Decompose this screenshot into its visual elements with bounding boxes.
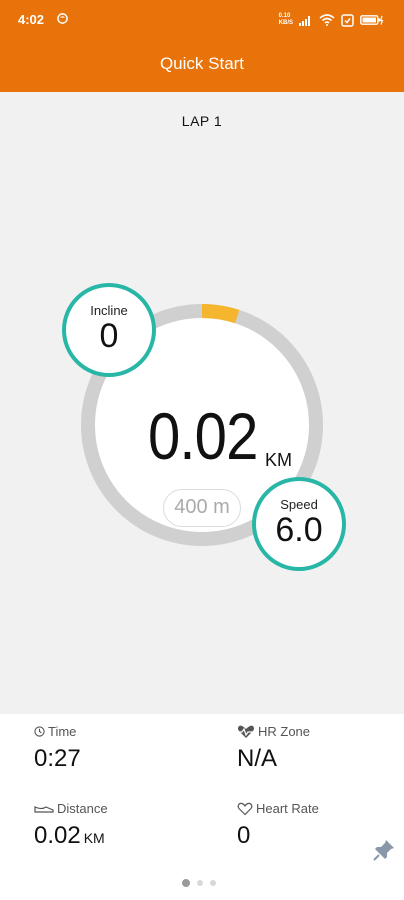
stat-hr-zone-label: HR Zone [258, 724, 311, 739]
speed-label: Speed [280, 497, 318, 512]
stat-distance-value: 0.02 [34, 822, 81, 849]
stat-heart-rate: Heart Rate 0 [237, 801, 319, 850]
stat-hr-zone-value: N/A [237, 745, 278, 772]
page-dot [182, 879, 190, 887]
stat-distance: Distance 0.02 KM [34, 801, 108, 850]
heart-pulse-icon [237, 725, 255, 738]
distance-unit: KM [265, 450, 292, 470]
stat-time-label: Time [48, 724, 77, 739]
page-indicator [182, 879, 216, 887]
stat-time: Time 0:27 [34, 724, 81, 773]
stat-distance-unit: KM [83, 830, 105, 846]
stat-hr-zone: HR Zone N/A [237, 724, 310, 773]
clock-icon [34, 726, 45, 737]
speed-bubble[interactable]: Speed 6.0 [252, 477, 346, 571]
distance-value: 0.02 [148, 399, 258, 473]
stat-heart-rate-label: Heart Rate [256, 801, 319, 816]
shoe-icon [34, 805, 54, 813]
pin-icon[interactable] [372, 838, 396, 862]
page-dot [210, 880, 216, 886]
stat-heart-rate-value: 0 [237, 822, 251, 849]
speed-value: 6.0 [275, 511, 323, 549]
lap-length-pill[interactable]: 400 m [163, 489, 241, 527]
stats-panel: Time 0:27 HR Zone N/A Distance 0.02 KM H… [0, 714, 404, 900]
incline-bubble[interactable]: Incline 0 [62, 283, 156, 377]
page-dot [197, 880, 203, 886]
incline-value: 0 [99, 317, 119, 355]
incline-label: Incline [90, 303, 128, 318]
heart-outline-icon [237, 802, 253, 815]
stat-distance-label: Distance [57, 801, 108, 816]
stat-time-value: 0:27 [34, 745, 81, 772]
